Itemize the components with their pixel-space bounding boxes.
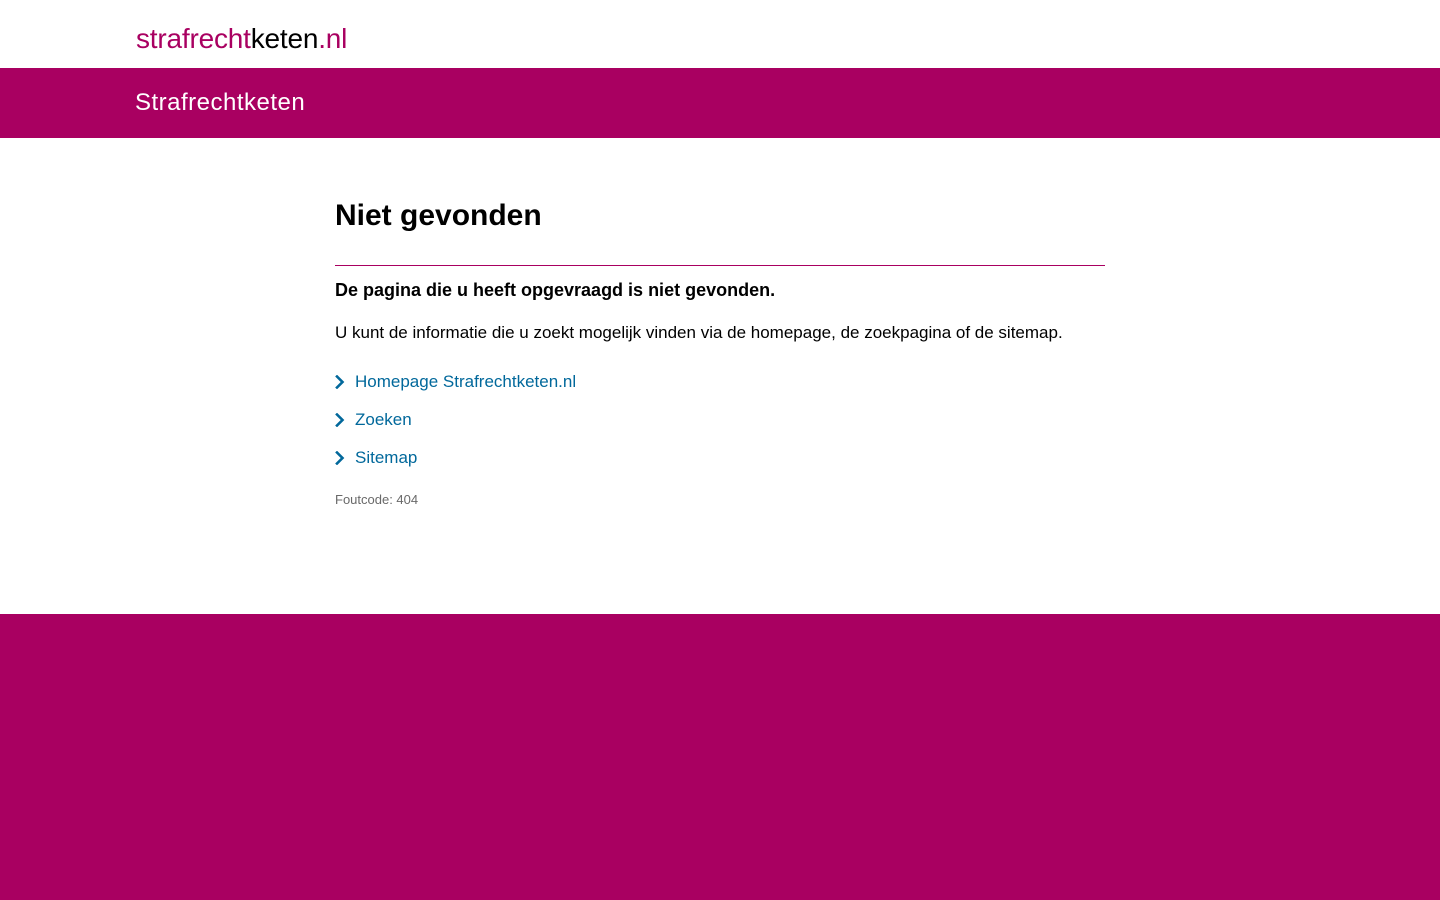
- link-item-sitemap: Sitemap: [335, 446, 1105, 484]
- sitemap-link[interactable]: Sitemap: [355, 446, 417, 470]
- page: strafrechtketen.nl Strafrechtketen Niet …: [0, 0, 1440, 900]
- title-divider: [335, 265, 1105, 266]
- header-band: Strafrechtketen: [0, 68, 1440, 138]
- site-logo-link[interactable]: strafrechtketen.nl: [136, 22, 347, 56]
- logo-text-nl: .nl: [318, 23, 348, 54]
- logo-text-keten: keten: [250, 23, 319, 54]
- page-title: Niet gevonden: [335, 199, 542, 232]
- search-link[interactable]: Zoeken: [355, 408, 412, 432]
- link-item-homepage: Homepage Strafrechtketen.nl: [335, 370, 1105, 408]
- footer: [0, 614, 1440, 900]
- homepage-link[interactable]: Homepage Strafrechtketen.nl: [355, 370, 576, 394]
- main-content: Niet gevonden De pagina die u heeft opge…: [335, 196, 1105, 509]
- error-code: Foutcode: 404: [335, 492, 419, 507]
- chevron-right-icon: [335, 451, 345, 465]
- logo-bar: strafrechtketen.nl: [0, 0, 1440, 68]
- link-list: Homepage Strafrechtketen.nl Zoeken Sitem…: [335, 370, 1105, 484]
- chevron-right-icon: [335, 413, 345, 427]
- logo-text-strafrecht: strafrecht: [136, 23, 251, 54]
- lead-text: De pagina die u heeft opgevraagd is niet…: [335, 280, 776, 300]
- chevron-right-icon: [335, 375, 345, 389]
- link-item-zoeken: Zoeken: [335, 408, 1105, 446]
- site-name: Strafrechtketen: [135, 89, 306, 116]
- info-text: U kunt de informatie die u zoekt mogelij…: [335, 323, 1063, 342]
